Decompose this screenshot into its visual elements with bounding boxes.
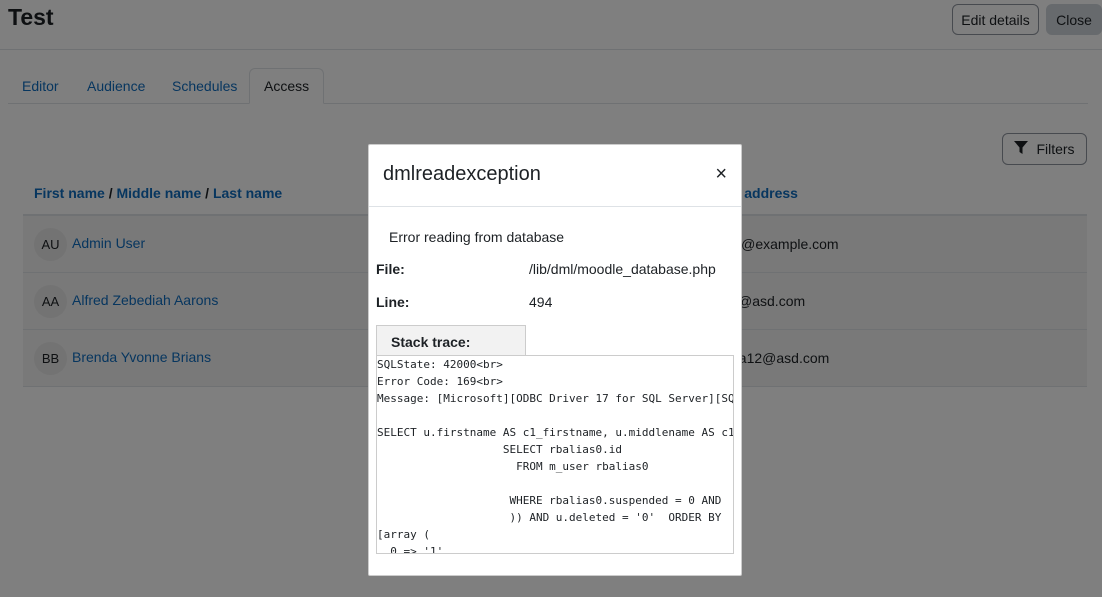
error-message: Error reading from database [389,229,565,245]
file-label: File: [376,261,405,277]
stack-trace-box[interactable]: SQLState: 42000<br> Error Code: 169<br> … [376,355,734,554]
line-label: Line: [376,294,410,310]
file-value: /lib/dml/moodle_database.php [529,261,716,277]
error-dialog: dmlreadexception × Error reading from da… [368,144,742,576]
line-value: 494 [529,294,553,310]
close-icon[interactable]: × [715,163,727,185]
stack-trace-text: SQLState: 42000<br> Error Code: 169<br> … [377,358,734,554]
dialog-title: dmlreadexception [383,163,541,185]
dialog-divider [369,206,741,207]
stack-trace-label: Stack trace: [376,325,526,355]
